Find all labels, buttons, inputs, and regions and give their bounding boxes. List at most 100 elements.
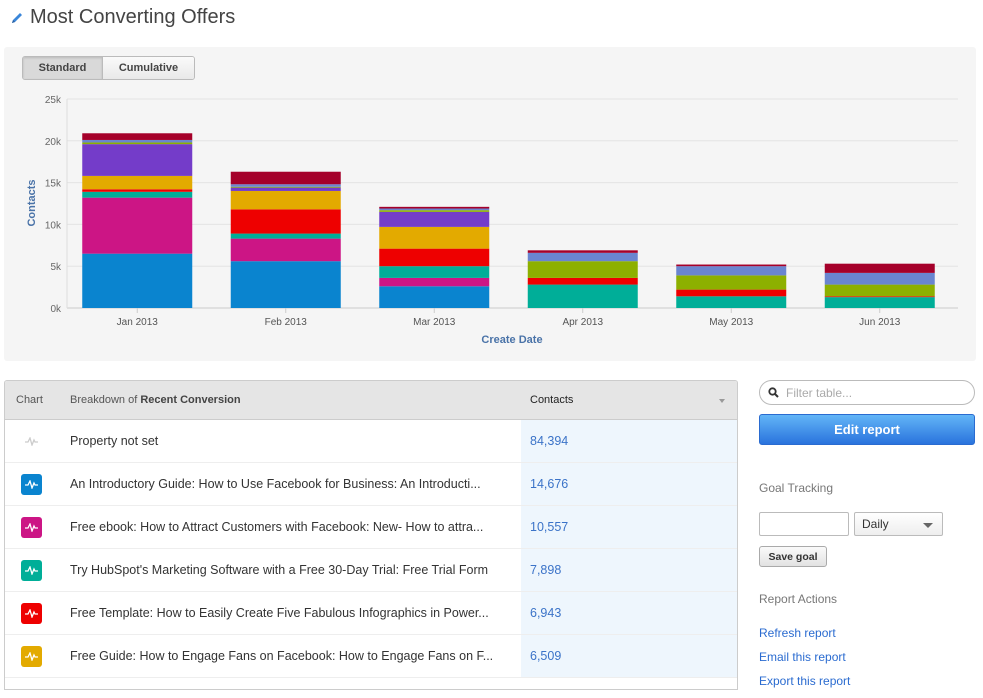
save-goal-button[interactable]: Save goal (759, 546, 827, 567)
series-toggle-icon[interactable] (21, 516, 42, 538)
bar-segment[interactable] (82, 139, 193, 143)
table-row[interactable]: Try HubSpot's Marketing Software with a … (5, 549, 737, 592)
chart-cell (5, 559, 70, 581)
y-tick-label: 15k (45, 179, 62, 190)
bar-segment[interactable] (379, 211, 490, 227)
offer-name: Property not set (70, 434, 159, 448)
bar-segment[interactable] (379, 286, 490, 308)
chart-cell (5, 645, 70, 667)
bar-segment[interactable] (82, 189, 193, 192)
bar-segment[interactable] (379, 210, 490, 212)
table-row[interactable]: Free ebook: How to Attract Customers wit… (5, 506, 737, 549)
bar-segment[interactable] (379, 226, 490, 249)
table-row[interactable]: Free Guide: How to Engage Fans on Facebo… (5, 635, 737, 678)
offer-name: Free ebook: How to Attract Customers wit… (70, 520, 484, 534)
contacts-value[interactable]: 6,509 (521, 635, 737, 677)
series-toggle-icon[interactable] (21, 602, 42, 624)
bar-segment[interactable] (82, 133, 193, 140)
bar-segment[interactable] (82, 191, 193, 198)
bar-segment[interactable] (82, 142, 193, 145)
breakdown-table: Chart Breakdown of Recent Conversion Con… (4, 380, 738, 690)
bar-segment[interactable] (527, 252, 638, 262)
x-tick-label: Jan 2013 (117, 317, 159, 328)
bar-segment[interactable] (824, 297, 935, 308)
filter-field (759, 380, 975, 405)
table-row[interactable]: Property not set 84,394 (5, 420, 737, 463)
offer-name: Try HubSpot's Marketing Software with a … (70, 563, 489, 577)
y-axis-title: Contacts (26, 179, 38, 226)
sort-caret-icon[interactable] (719, 399, 725, 403)
bar-segment[interactable] (230, 171, 341, 185)
export-report-link[interactable]: Export this report (759, 674, 975, 688)
bar-segment[interactable] (527, 284, 638, 308)
contacts-value[interactable]: 84,394 (521, 420, 737, 462)
bar-segment[interactable] (676, 289, 787, 297)
bar-segment[interactable] (379, 248, 490, 267)
bar-segment[interactable] (82, 197, 193, 254)
series-toggle-icon[interactable] (21, 645, 42, 667)
bar-segment[interactable] (230, 233, 341, 239)
series-toggle-icon[interactable] (21, 473, 42, 495)
header-breakdown-property[interactable]: Recent Conversion (140, 394, 240, 406)
bar-segment[interactable] (230, 238, 341, 262)
refresh-report-link[interactable]: Refresh report (759, 626, 975, 640)
y-tick-label: 0k (50, 304, 62, 315)
bar-segment[interactable] (824, 296, 935, 298)
goal-period-select[interactable]: Daily (854, 512, 943, 536)
bar-segment[interactable] (527, 261, 638, 278)
bar-segment[interactable] (82, 253, 193, 308)
stacked-bar-chart: 0k 5k 10k 15k 20k 25k Jan 2013 Feb 2013 Mar 2013… (26, 95, 958, 346)
table-header: Chart Breakdown of Recent Conversion Con… (5, 381, 737, 420)
table-row[interactable]: An Introductory Guide: How to Use Facebo… (5, 463, 737, 506)
x-tick-label: Feb 2013 (265, 317, 308, 328)
bar-segment[interactable] (824, 284, 935, 297)
search-icon (768, 387, 779, 398)
bar-segment[interactable] (82, 144, 193, 176)
contacts-value[interactable]: 14,676 (521, 463, 737, 505)
bar-segment[interactable] (676, 266, 787, 276)
series-toggle-icon[interactable] (21, 431, 42, 452)
bar-segment[interactable] (824, 263, 935, 273)
bar-segment[interactable] (379, 208, 490, 211)
email-report-link[interactable]: Email this report (759, 650, 975, 664)
bar-segment[interactable] (230, 261, 341, 308)
series-toggle-icon[interactable] (21, 559, 42, 581)
header-breakdown-prefix: Breakdown of (70, 394, 138, 406)
x-tick-label: Jun 2013 (859, 317, 901, 328)
bar-segment[interactable] (527, 277, 638, 285)
bar-segment[interactable] (527, 250, 638, 253)
header-contacts[interactable]: Contacts (521, 381, 737, 419)
bar-segment[interactable] (82, 175, 193, 190)
bar-segment[interactable] (676, 296, 787, 308)
header-chart: Chart (16, 394, 43, 406)
offer-name: An Introductory Guide: How to Use Facebo… (70, 477, 481, 491)
bar-segment[interactable] (676, 275, 787, 290)
goal-value-input[interactable] (759, 512, 849, 536)
edit-report-button[interactable]: Edit report (759, 414, 975, 445)
bar-segment[interactable] (230, 209, 341, 234)
bar-segment[interactable] (676, 264, 787, 267)
bar-segment[interactable] (230, 184, 341, 187)
bar-segment[interactable] (379, 206, 490, 209)
offer-name: Free Guide: How to Engage Fans on Facebo… (70, 649, 494, 663)
contacts-value[interactable]: 7,898 (521, 549, 737, 591)
bar-segment[interactable] (824, 272, 935, 285)
table-row[interactable]: Free Template: How to Easily Create Five… (5, 592, 737, 635)
chevron-down-icon (923, 523, 933, 528)
y-tick-label: 5k (50, 262, 62, 273)
bar-segment[interactable] (230, 190, 341, 210)
filter-table-input[interactable] (784, 384, 964, 401)
page-header: Most Converting Offers (10, 6, 235, 29)
bar-segment[interactable] (379, 266, 490, 278)
header-contacts-label: Contacts (530, 394, 574, 406)
bar-segment[interactable] (379, 277, 490, 287)
contacts-value[interactable]: 6,943 (521, 592, 737, 634)
table-body: Property not set 84,394 An Introductory … (5, 420, 737, 678)
chart-cell (5, 431, 70, 452)
contacts-value[interactable]: 10,557 (521, 506, 737, 548)
bar-segment[interactable] (230, 186, 341, 188)
bar-segment[interactable] (230, 187, 341, 191)
header-breakdown: Breakdown of Recent Conversion (70, 394, 521, 406)
pencil-icon[interactable] (10, 11, 24, 25)
goal-row: Daily (759, 512, 975, 536)
